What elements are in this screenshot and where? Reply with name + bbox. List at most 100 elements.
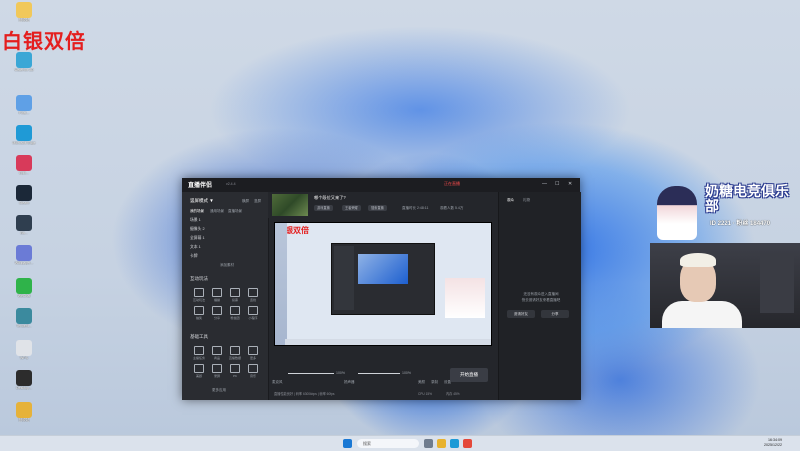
app-icon (16, 370, 32, 386)
stream-tag[interactable]: 搜索直播 (368, 205, 387, 211)
task-view-icon[interactable] (424, 439, 433, 448)
live-status-badge[interactable]: 正在直播 (444, 181, 460, 187)
desktop-icon[interactable]: Desktop... (3, 370, 45, 390)
desktop-icon[interactable]: Ba... (3, 215, 45, 235)
stream-thumbnail[interactable] (272, 194, 308, 216)
scene-item[interactable]: 全屏幕 1 (190, 234, 260, 242)
desktop-icon[interactable]: Microsoft Edge (3, 125, 45, 145)
tool-icon (230, 288, 240, 297)
stream-title[interactable]: 哪个段位又来了? (314, 195, 346, 201)
basic-section-title: 基础工具 (190, 334, 208, 339)
mode-selector[interactable]: 竖屏模式 ▼ (190, 198, 214, 204)
scene-item[interactable]: 卡牌 (190, 252, 260, 260)
record-button[interactable]: 录制 (431, 380, 438, 385)
invite-button[interactable]: 邀请好友 (507, 310, 535, 318)
stream-stat: 观看人数 5.4万 (440, 206, 464, 210)
desktop-icon-label: Desktop... (16, 386, 32, 390)
preview-webcam (445, 278, 485, 318)
scene-item[interactable]: 摄像头 2 (190, 225, 260, 233)
tool-item[interactable]: 互动玩法 (192, 288, 206, 302)
tool-item[interactable]: 商品 (210, 346, 224, 360)
stream-header: 哪个段位又来了? 游戏直播 王者荣耀 搜索直播 直播时长 2:48:11 观看人… (268, 192, 488, 218)
preview-nested-window (331, 243, 435, 315)
tool-icon (194, 346, 204, 355)
maximize-button[interactable]: ☐ (555, 181, 559, 187)
desktop-icon[interactable]: Pixel... (3, 95, 45, 115)
start-live-button[interactable]: 开始直播 (450, 368, 488, 382)
tool-icon (212, 288, 222, 297)
tool-label: 抽奖 (195, 316, 202, 320)
tool-item[interactable]: 主播任务 (192, 346, 206, 360)
scene-item[interactable]: 文本 1 (190, 243, 260, 251)
close-button[interactable]: ✕ (568, 181, 572, 187)
desktop-icon[interactable]: 回收站 (3, 2, 45, 22)
tool-label: 互动玩法 (192, 298, 205, 302)
webcam-feed (650, 243, 800, 328)
tool-item[interactable]: 分享 (210, 306, 224, 320)
tab-live-scene[interactable]: 直播场景 (228, 209, 242, 214)
recycle-bin-icon (16, 2, 32, 18)
tool-item[interactable]: 音乐 (246, 364, 260, 378)
taskbar: 搜索 16:34:09 2025/12/22 (0, 435, 800, 451)
tab-gifts[interactable]: 礼物 (523, 198, 530, 203)
app-icon (16, 155, 32, 171)
tool-label: 更多 (249, 356, 256, 360)
tool-label: 录屏 (213, 374, 220, 378)
beauty-button[interactable]: 美颜 (418, 380, 425, 385)
app-titlebar[interactable]: 直播伴侣 v2.4.4 正在直播 — ☐ ✕ (182, 178, 580, 192)
desktop-icon[interactable]: WeChat (3, 278, 45, 298)
tool-item[interactable]: 抽奖 (192, 306, 206, 320)
start-icon[interactable] (343, 439, 352, 448)
overlay-title: 白银双倍 (2, 31, 86, 53)
desktop-icon[interactable]: 回收站 (3, 402, 45, 422)
streaming-app-icon[interactable] (463, 439, 472, 448)
stream-tag[interactable]: 游戏直播 (314, 205, 333, 211)
speaker-label: 扬声器 (344, 380, 355, 384)
preview-desktop-icons (275, 223, 287, 345)
tool-item[interactable]: 更多 (246, 346, 260, 360)
minimize-button[interactable]: — (542, 181, 547, 187)
tab-audience[interactable]: 观众 (507, 198, 514, 203)
mic-label: 麦克风 (272, 380, 283, 384)
desktop-icon[interactable]: Wallpaper... (3, 245, 45, 265)
tool-item[interactable]: PK (228, 364, 242, 378)
wechat-icon (16, 278, 32, 294)
mic-slider[interactable] (288, 373, 334, 374)
app-icon (16, 340, 32, 356)
tool-item[interactable]: 小程序 (246, 306, 260, 320)
tab-general-scene[interactable]: 通用场景 (210, 209, 224, 214)
tool-item[interactable]: 连线 (246, 288, 260, 302)
desktop-icon-label: Waterfox 3D (14, 68, 34, 72)
tool-icon (212, 364, 222, 373)
more-apps-link[interactable]: 更多应用 (212, 388, 226, 393)
portrait-toggle[interactable]: 竖屏 (254, 199, 261, 204)
add-source-button[interactable]: 添加素材 (220, 263, 234, 268)
tool-item[interactable]: 直播数据 (228, 346, 242, 360)
scene-item[interactable]: 场景 1 (190, 216, 260, 224)
tool-item[interactable]: 录屏 (210, 364, 224, 378)
status-performance: 直播性能良好 | 码率 6300kbps | 帧率 60fps (274, 392, 335, 396)
app-icon (16, 402, 32, 418)
tool-item[interactable]: 美颜 (192, 364, 206, 378)
desktop-icon-label: WeChat (17, 294, 31, 298)
tool-item[interactable]: 福袋 (210, 288, 224, 302)
tool-item[interactable]: 投票 (228, 288, 242, 302)
file-explorer-icon[interactable] (437, 439, 446, 448)
desktop-icon[interactable]: WPS (3, 340, 45, 360)
desktop-icon[interactable]: Epic... (3, 155, 45, 175)
system-clock[interactable]: 16:34:09 2025/12/22 (764, 438, 782, 448)
taskbar-search[interactable]: 搜索 (357, 439, 419, 448)
landscape-toggle[interactable]: 横屏 (242, 199, 249, 204)
share-button[interactable]: 分享 (541, 310, 569, 318)
desktop-icon[interactable]: Waterfox 3D (3, 52, 45, 72)
interact-section-title: 互动玩法 (190, 276, 208, 281)
stream-tag[interactable]: 王者荣耀 (342, 205, 361, 211)
stream-preview[interactable]: 白银双倍 (274, 222, 492, 346)
speaker-slider[interactable] (358, 373, 400, 374)
desktop-icon[interactable]: Steam (3, 185, 45, 205)
desktop-icon[interactable]: Tencent... (3, 308, 45, 328)
tool-icon (194, 306, 204, 315)
speaker-value: 100% (402, 371, 411, 375)
edge-icon[interactable] (450, 439, 459, 448)
tool-item[interactable]: 粉丝团 (228, 306, 242, 320)
